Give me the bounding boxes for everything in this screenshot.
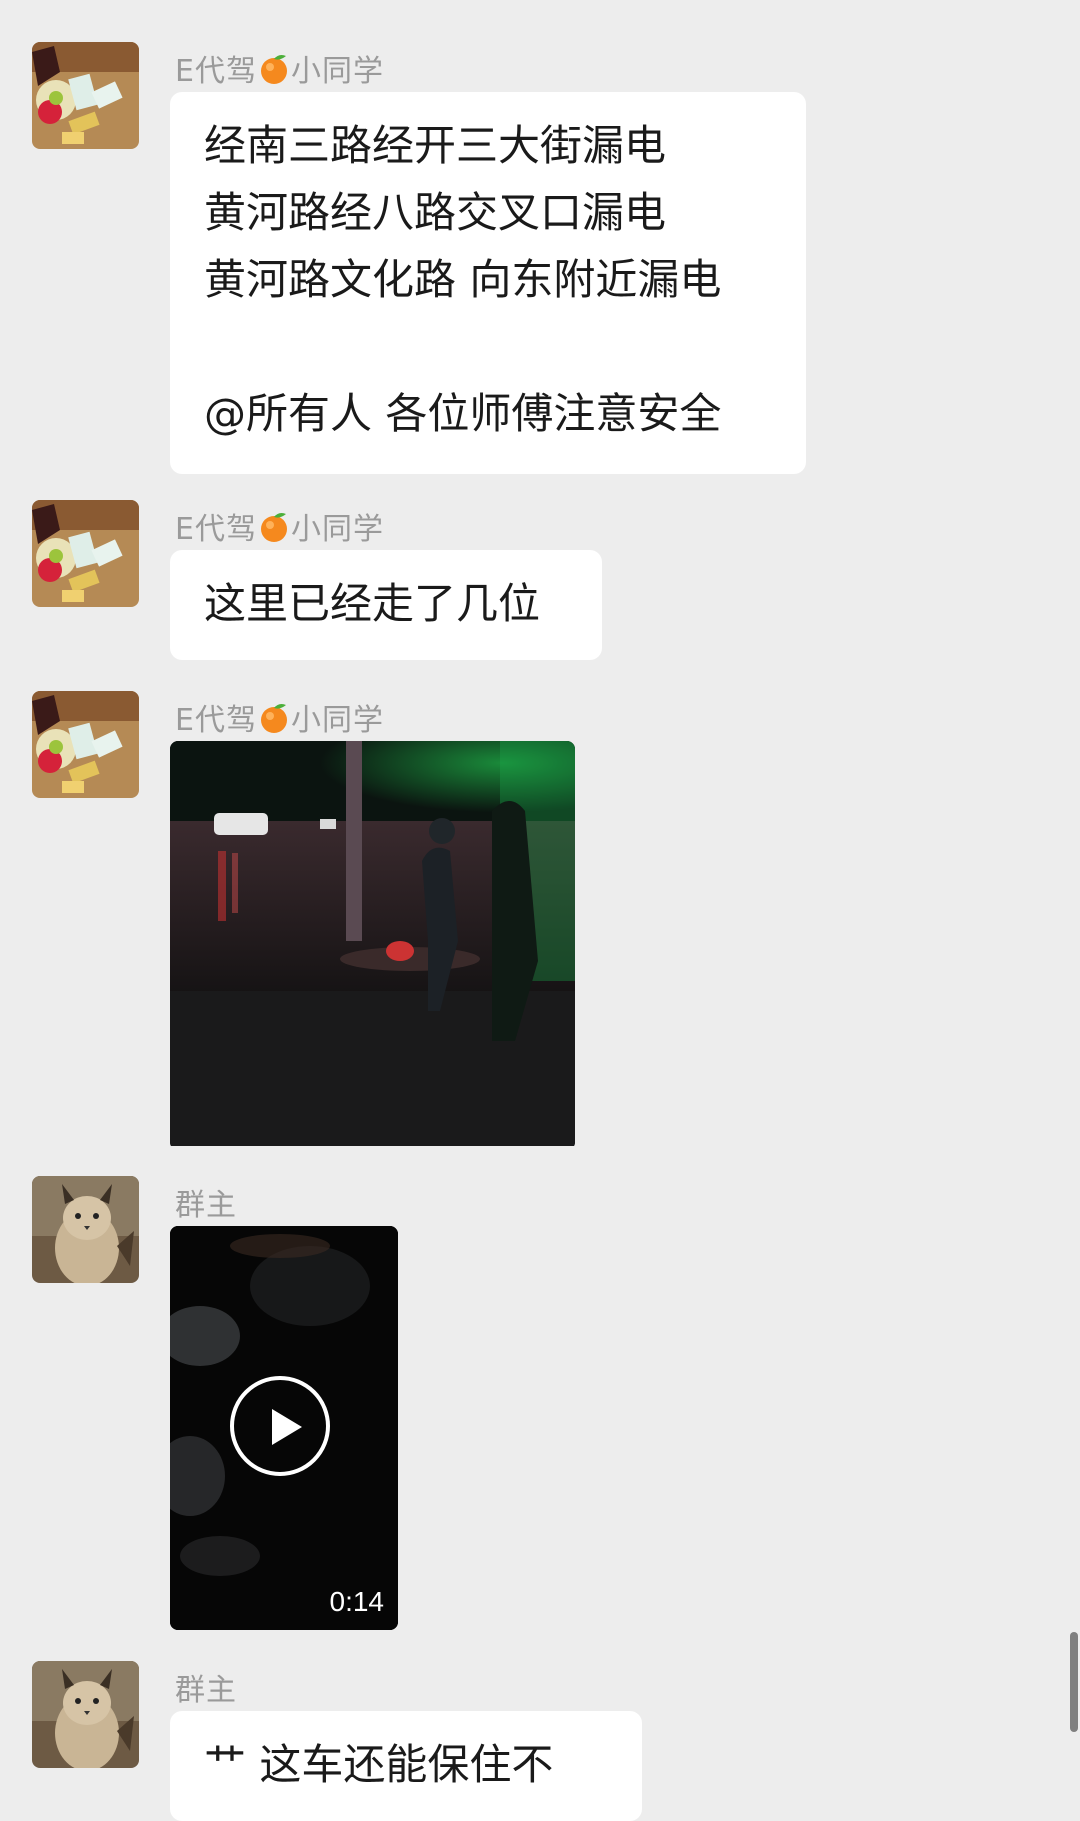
orange-emoji-icon xyxy=(259,53,289,93)
sender-name-suffix: 小同学 xyxy=(290,54,384,89)
sender-name: E代驾 小同学 xyxy=(175,504,384,551)
sender-name-prefix: E代驾 xyxy=(175,54,257,89)
message-bubble[interactable]: 经南三路经开三大街漏电 黄河路经八路交叉口漏电 黄河路文化路 向东附近漏电 @所… xyxy=(170,92,806,474)
avatar[interactable] xyxy=(32,42,139,149)
message-line: @所有人 各位师傅注意安全 xyxy=(204,389,722,438)
orange-emoji-icon xyxy=(259,702,289,742)
scrollbar[interactable] xyxy=(1070,1632,1078,1732)
avatar[interactable] xyxy=(32,500,139,607)
sender-name-suffix: 小同学 xyxy=(290,512,384,547)
play-triangle xyxy=(272,1409,302,1445)
photo-flooded-street-night-icon xyxy=(170,741,575,1146)
sender-name: 群主 xyxy=(175,1673,237,1708)
sender-name: E代驾 小同学 xyxy=(175,46,384,93)
message-line: 黄河路文化路 向东附近漏电 xyxy=(204,255,722,304)
message-line: 这里已经走了几位 xyxy=(204,579,541,628)
message-bubble[interactable]: 这里已经走了几位 xyxy=(170,550,602,660)
avatar[interactable] xyxy=(32,1661,139,1768)
message-line: 经南三路经开三大街漏电 xyxy=(204,121,667,170)
sender-name: E代驾 小同学 xyxy=(175,695,384,742)
message-video[interactable]: 0:14 xyxy=(170,1226,398,1630)
chat-message-list[interactable]: E代驾 小同学 经南三路经开三大街漏电 黄河路经八路交叉口漏电 黄河路文化路 向东… xyxy=(0,0,1080,1821)
sender-name-suffix: 小同学 xyxy=(290,703,384,738)
message-bubble[interactable]: 艹 这车还能保住不 xyxy=(170,1711,642,1821)
avatar[interactable] xyxy=(32,1176,139,1283)
play-icon[interactable] xyxy=(230,1376,330,1476)
message-line xyxy=(204,313,772,380)
avatar[interactable] xyxy=(32,691,139,798)
message-line: 艹 这车还能保住不 xyxy=(204,1740,554,1789)
video-duration: 0:14 xyxy=(329,1586,385,1617)
sender-name: 群主 xyxy=(175,1188,237,1223)
message-image[interactable] xyxy=(170,741,575,1150)
sender-name-prefix: E代驾 xyxy=(175,512,257,547)
orange-emoji-icon xyxy=(259,511,289,551)
message-line: 黄河路经八路交叉口漏电 xyxy=(204,188,667,237)
sender-name-prefix: E代驾 xyxy=(175,703,257,738)
